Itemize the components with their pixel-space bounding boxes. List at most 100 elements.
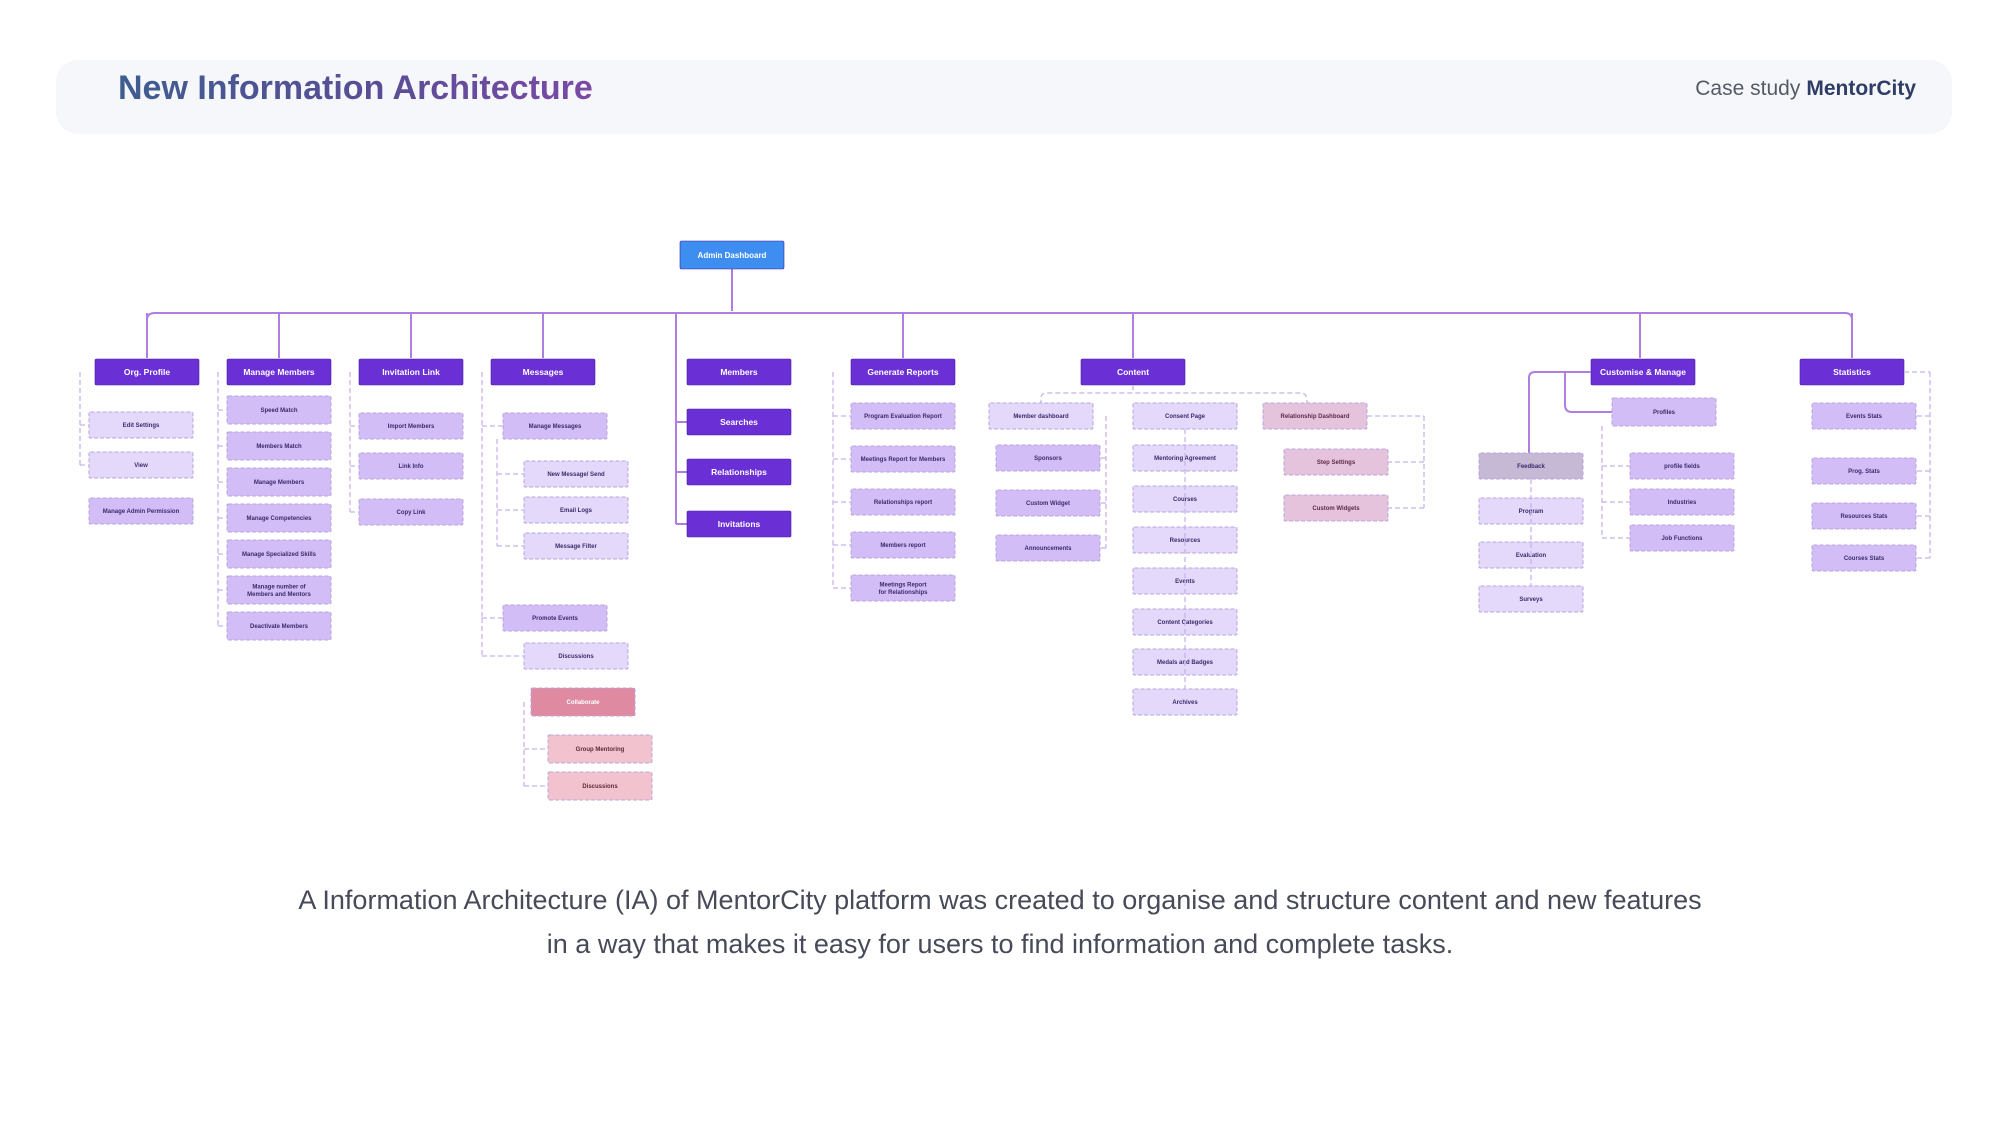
node-group-mentoring: Group Mentoring — [547, 734, 653, 764]
node-label: Members and Mentors — [247, 592, 311, 598]
node-label: Manage Messages — [529, 424, 582, 430]
node-import-members: Import Members — [358, 412, 464, 440]
node-label: Custom Widgets — [1312, 506, 1360, 512]
node-generate-reports: Generate Reports — [850, 358, 956, 386]
node-label: Invitation Link — [382, 367, 440, 377]
node-label: Manage number of — [252, 584, 306, 590]
node-label: Profiles — [1653, 410, 1676, 416]
node-feedback: Feedback — [1478, 452, 1584, 480]
node-label: Group Mentoring — [576, 747, 625, 753]
node-manage-messages: Manage Messages — [502, 412, 608, 440]
node-speed-match: Speed Match — [226, 395, 332, 425]
node-label: Manage Members — [254, 480, 305, 486]
node-label: Discussions — [582, 784, 618, 790]
node-members-report: Members report — [850, 531, 956, 559]
node-industries: Industries — [1629, 488, 1735, 516]
node-label: Relationships — [711, 467, 767, 477]
node-members: Members — [686, 358, 792, 386]
node-label: Speed Match — [260, 408, 297, 414]
connector-line — [146, 312, 1853, 358]
node-label: Meetings Report for Members — [861, 457, 946, 463]
node-collaborate: Collaborate — [530, 687, 636, 717]
node-label: Email Logs — [560, 508, 593, 514]
node-label: Meetings Report — [879, 582, 926, 588]
node-member-dashboard: Member dashboard — [988, 402, 1094, 430]
node-label: Org. Profile — [124, 367, 171, 377]
node-surveys: Surveys — [1478, 585, 1584, 613]
node-searches: Searches — [686, 408, 792, 436]
node-custom-widgets: Custom Widgets — [1283, 494, 1389, 522]
node-label: Copy Link — [396, 510, 426, 516]
node-manage-specialized-skills: Manage Specialized Skills — [226, 539, 332, 569]
node-profiles: Profiles — [1611, 397, 1717, 427]
node-label: Step Settings — [1317, 460, 1356, 466]
node-content: Content — [1080, 358, 1186, 386]
node-label: Custom Widget — [1026, 501, 1070, 507]
node-meetings-report-for-members: Meetings Report for Members — [850, 445, 956, 473]
node-manage-number-of-members-and-mentors: Manage number of Members and Mentors — [226, 575, 332, 605]
node-manage-admin-permission: Manage Admin Permission — [88, 497, 194, 525]
node-label: Courses Stats — [1844, 556, 1885, 562]
node-label: Manage Members — [243, 367, 315, 377]
node-label: Customise & Manage — [1600, 367, 1686, 377]
node-view: View — [88, 451, 194, 479]
node-label: Admin Dashboard — [698, 251, 767, 260]
node-messages: Messages — [490, 358, 596, 386]
node-label: Members Match — [256, 444, 302, 450]
node-meetings-report-for-relationships: Meetings Report for Relationships — [850, 574, 956, 602]
node-label: Message Filter — [555, 544, 597, 550]
node-label: Announcements — [1024, 546, 1072, 552]
node-discussions: Discussions — [547, 771, 653, 801]
node-manage-competencies: Manage Competencies — [226, 503, 332, 533]
node-invitations: Invitations — [686, 510, 792, 538]
node-label: View — [134, 463, 148, 469]
node-label: profile fields — [1664, 464, 1700, 470]
node-label: Manage Specialized Skills — [242, 552, 317, 558]
node-archives: Archives — [1132, 688, 1238, 716]
node-label: Surveys — [1519, 597, 1543, 603]
node-label: Generate Reports — [867, 367, 939, 377]
node-label: Sponsors — [1034, 456, 1062, 462]
node-link-info: Link Info — [358, 452, 464, 480]
node-label: Collaborate — [566, 700, 600, 706]
node-relationship-dashboard: Relationship Dashboard — [1262, 402, 1368, 430]
node-custom-widget: Custom Widget — [995, 489, 1101, 517]
node-consent-page: Consent Page — [1132, 402, 1238, 430]
node-relationships: Relationships — [686, 458, 792, 486]
node-label: New Message/ Send — [547, 472, 605, 478]
node-label: Invitations — [718, 519, 761, 529]
node-customise-manage: Customise & Manage — [1590, 358, 1696, 386]
node-courses-stats: Courses Stats — [1811, 544, 1917, 572]
node-admin-dashboard: Admin Dashboard — [679, 240, 785, 270]
description: A Information Architecture (IA) of Mento… — [200, 878, 1800, 966]
node-step-settings: Step Settings — [1283, 448, 1389, 476]
node-new-message-send: New Message/ Send — [523, 460, 629, 488]
node-label: Link Info — [399, 464, 424, 470]
node-promote-events: Promote Events — [502, 604, 608, 632]
node-deactivate-members: Deactivate Members — [226, 611, 332, 641]
node-program-evaluation-report: Program Evaluation Report — [850, 402, 956, 430]
node-label: Program Evaluation Report — [864, 414, 942, 420]
node-label: Job Functions — [1662, 536, 1704, 542]
node-relationships-report: Relationships report — [850, 488, 956, 516]
node-label: Import Members — [388, 424, 435, 430]
node-manage-members: Manage Members — [226, 467, 332, 497]
node-announcements: Announcements — [995, 534, 1101, 562]
node-label: Feedback — [1517, 464, 1545, 470]
node-label: Promote Events — [532, 616, 578, 622]
node-edit-settings: Edit Settings — [88, 411, 194, 439]
node-label: Industries — [1668, 500, 1697, 506]
node-discussions: Discussions — [523, 642, 629, 670]
node-label: Content — [1117, 367, 1149, 377]
node-org-profile: Org. Profile — [94, 358, 200, 386]
node-message-filter: Message Filter — [523, 532, 629, 560]
node-statistics: Statistics — [1799, 358, 1905, 386]
node-label: Member dashboard — [1013, 414, 1069, 420]
description-line-1: A Information Architecture (IA) of Mento… — [298, 885, 1702, 915]
node-prog-stats: Prog. Stats — [1811, 457, 1917, 485]
node-label: Statistics — [1833, 367, 1871, 377]
node-label: Resources Stats — [1840, 514, 1888, 520]
node-label: Manage Admin Permission — [103, 509, 180, 515]
node-label: Manage Competencies — [246, 516, 312, 522]
node-profile-fields: profile fields — [1629, 452, 1735, 480]
